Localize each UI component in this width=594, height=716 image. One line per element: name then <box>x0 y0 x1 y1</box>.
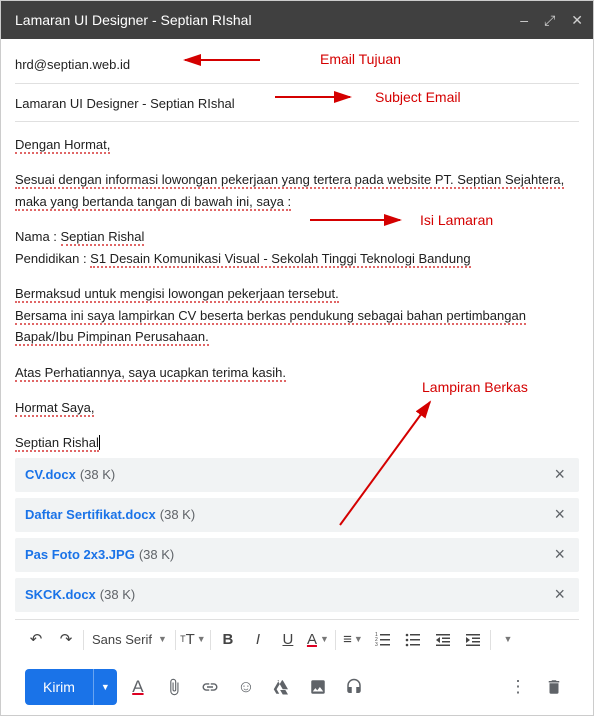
attachment-name: SKCK.docx <box>25 584 96 605</box>
indent-less-icon[interactable] <box>428 625 458 655</box>
attachment-name: Pas Foto 2x3.JPG <box>25 544 135 565</box>
body-p4: Atas Perhatiannya, saya ucapkan terima k… <box>15 365 286 382</box>
numbered-list-icon[interactable]: 123 <box>368 625 398 655</box>
body-edu-label: Pendidikan : <box>15 251 90 266</box>
attachment-name: Daftar Sertifikat.docx <box>25 504 156 525</box>
attachment-row[interactable]: CV.docx (38 K) × <box>15 458 579 492</box>
compose-header: Lamaran UI Designer - Septian RIshal – ⤢… <box>1 1 593 39</box>
body-sign: Septian Rishal <box>15 435 99 452</box>
bold-icon[interactable]: B <box>213 625 243 655</box>
more-options-icon[interactable]: ⋮ <box>503 672 533 702</box>
attachment-size: (38 K) <box>139 544 174 565</box>
font-dropdown[interactable]: Sans Serif ▼ <box>86 625 173 655</box>
attachment-row[interactable]: Pas Foto 2x3.JPG (38 K) × <box>15 538 579 572</box>
body-edu-value: S1 Desain Komunikasi Visual - Sekolah Ti… <box>90 251 470 268</box>
attachment-size: (38 K) <box>100 584 135 605</box>
compose-title: Lamaran UI Designer - Septian RIshal <box>15 12 520 28</box>
message-body[interactable]: Dengan Hormat, Sesuai dengan informasi l… <box>15 122 579 619</box>
send-button[interactable]: Kirim <box>25 669 93 705</box>
body-p1: Sesuai dengan informasi lowongan pekerja… <box>15 172 564 210</box>
confidential-mode-icon[interactable] <box>339 672 369 702</box>
underline-icon[interactable]: U <box>273 625 303 655</box>
body-closing: Hormat Saya, <box>15 400 94 417</box>
font-name: Sans Serif <box>92 630 152 650</box>
attachment-size: (38 K) <box>80 464 115 485</box>
remove-attachment-icon[interactable]: × <box>550 500 569 530</box>
body-salutation: Dengan Hormat, <box>15 137 110 154</box>
body-name-label: Nama : <box>15 229 61 244</box>
attachment-row[interactable]: SKCK.docx (38 K) × <box>15 578 579 612</box>
redo-icon[interactable]: ↷ <box>51 625 81 655</box>
text-format-icon[interactable]: A <box>123 672 153 702</box>
remove-attachment-icon[interactable]: × <box>550 580 569 610</box>
formatting-toolbar: ↶ ↷ Sans Serif ▼ TT ▼ B I U A▼ ≡▼ 123 <box>15 619 579 659</box>
subject-value: Lamaran UI Designer - Septian RIshal <box>15 96 235 111</box>
fullscreen-icon[interactable]: ⤢ <box>544 13 555 27</box>
attachment-name: CV.docx <box>25 464 76 485</box>
to-field[interactable]: hrd@septian.web.id <box>15 49 579 84</box>
insert-emoji-icon[interactable]: ☺ <box>231 672 261 702</box>
remove-attachment-icon[interactable]: × <box>550 540 569 570</box>
subject-field[interactable]: Lamaran UI Designer - Septian RIshal <box>15 84 579 123</box>
font-size-icon[interactable]: TT ▼ <box>178 625 208 655</box>
window-controls: – ⤢ ✕ <box>520 13 583 27</box>
body-name-value: Septian Rishal <box>61 229 145 246</box>
close-icon[interactable]: ✕ <box>571 13 583 27</box>
action-bar: Kirim ▼ A ☺ ⋮ <box>15 659 579 715</box>
body-p3: Bersama ini saya lampirkan CV beserta be… <box>15 308 526 346</box>
align-icon[interactable]: ≡▼ <box>338 625 368 655</box>
attachment-size: (38 K) <box>160 504 195 525</box>
more-formatting-icon[interactable]: ▼ <box>493 625 523 655</box>
chevron-down-icon: ▼ <box>158 633 167 647</box>
minimize-icon[interactable]: – <box>520 13 528 27</box>
attachments: CV.docx (38 K) × Daftar Sertifikat.docx … <box>15 454 579 612</box>
send-button-group: Kirim ▼ <box>25 669 117 705</box>
svg-text:3: 3 <box>375 642 378 648</box>
insert-link-icon[interactable] <box>195 672 225 702</box>
body-p2: Bermaksud untuk mengisi lowongan pekerja… <box>15 286 339 303</box>
insert-drive-icon[interactable] <box>267 672 297 702</box>
text-color-icon[interactable]: A▼ <box>303 625 333 655</box>
attach-file-icon[interactable] <box>159 672 189 702</box>
send-options-icon[interactable]: ▼ <box>93 669 117 705</box>
remove-attachment-icon[interactable]: × <box>550 460 569 490</box>
italic-icon[interactable]: I <box>243 625 273 655</box>
attachment-row[interactable]: Daftar Sertifikat.docx (38 K) × <box>15 498 579 532</box>
discard-draft-icon[interactable] <box>539 672 569 702</box>
to-value: hrd@septian.web.id <box>15 57 130 72</box>
undo-icon[interactable]: ↶ <box>21 625 51 655</box>
indent-more-icon[interactable] <box>458 625 488 655</box>
bulleted-list-icon[interactable] <box>398 625 428 655</box>
insert-photo-icon[interactable] <box>303 672 333 702</box>
